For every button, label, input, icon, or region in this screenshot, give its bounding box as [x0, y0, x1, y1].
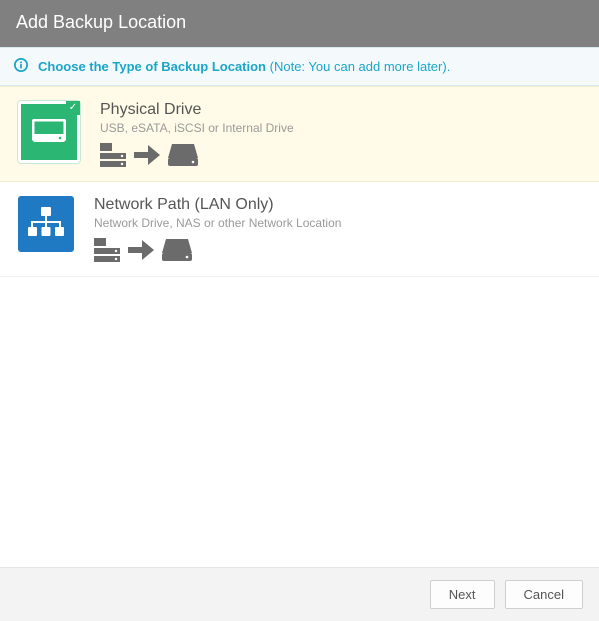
network-icon: [18, 196, 74, 252]
dialog-title: Add Backup Location: [0, 0, 599, 47]
server-icon: [94, 238, 120, 262]
info-text: Choose the Type of Backup Location (Note…: [38, 59, 450, 74]
option-physical-drive[interactable]: ✓ Physical Drive USB, eSATA, iSCSI or In…: [0, 86, 599, 182]
info-bar: Choose the Type of Backup Location (Note…: [0, 47, 599, 86]
spacer: [0, 277, 599, 567]
dialog-footer: Next Cancel: [0, 567, 599, 621]
option-body: Physical Drive USB, eSATA, iSCSI or Inte…: [100, 101, 581, 167]
info-note: (Note: You can add more later).: [270, 59, 451, 74]
option-title: Network Path (LAN Only): [94, 196, 581, 214]
flow-icons: [100, 143, 581, 167]
option-title: Physical Drive: [100, 101, 581, 119]
info-icon: [14, 58, 28, 75]
next-button[interactable]: Next: [430, 580, 495, 609]
option-body: Network Path (LAN Only) Network Drive, N…: [94, 196, 581, 262]
server-icon: [100, 143, 126, 167]
option-network-path[interactable]: Network Path (LAN Only) Network Drive, N…: [0, 182, 599, 277]
cancel-button[interactable]: Cancel: [505, 580, 583, 609]
external-drive-icon: [168, 144, 198, 166]
option-subtitle: Network Drive, NAS or other Network Loca…: [94, 216, 581, 230]
arrow-right-icon: [128, 240, 154, 260]
arrow-right-icon: [134, 145, 160, 165]
flow-icons: [94, 238, 581, 262]
dialog-window: Add Backup Location Choose the Type of B…: [0, 0, 599, 621]
option-subtitle: USB, eSATA, iSCSI or Internal Drive: [100, 121, 581, 135]
info-main: Choose the Type of Backup Location: [38, 59, 266, 74]
drive-icon: ✓: [18, 101, 80, 163]
external-drive-icon: [162, 239, 192, 261]
selected-check-icon: ✓: [66, 101, 80, 115]
